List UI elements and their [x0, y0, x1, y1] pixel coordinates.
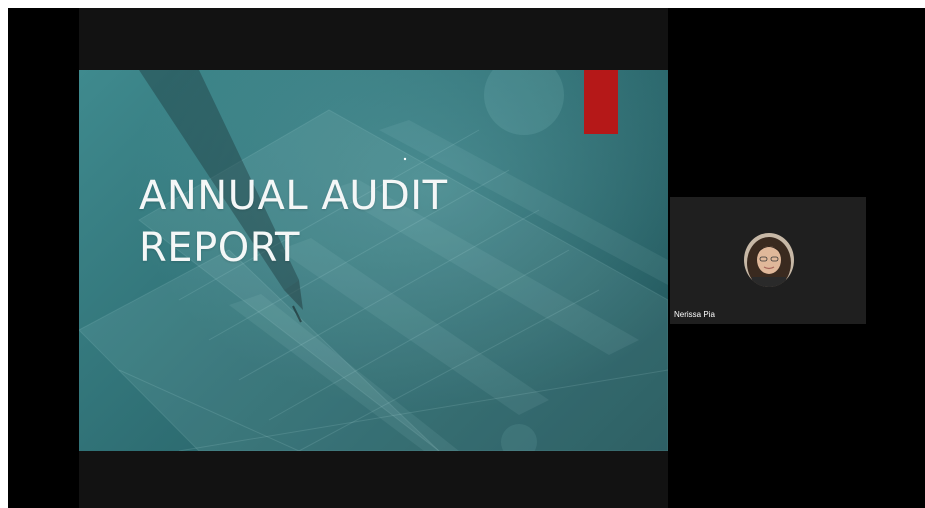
presentation-slide: ANNUAL AUDIT REPORT: [79, 70, 668, 451]
participant-video-tile[interactable]: Nerissa Pia: [670, 197, 866, 324]
meeting-window: ANNUAL AUDIT REPORT Nerissa Pia: [8, 8, 925, 508]
shared-screen[interactable]: ANNUAL AUDIT REPORT: [79, 8, 668, 508]
slide-title: ANNUAL AUDIT REPORT: [139, 170, 559, 274]
slide-title-line-1: ANNUAL AUDIT: [139, 173, 448, 219]
participant-name-label: Nerissa Pia: [674, 310, 715, 319]
person-icon: [744, 233, 794, 287]
slide-title-line-2: REPORT: [139, 225, 300, 271]
participant-avatar: [744, 233, 794, 287]
slide-accent-bar: [584, 70, 618, 134]
